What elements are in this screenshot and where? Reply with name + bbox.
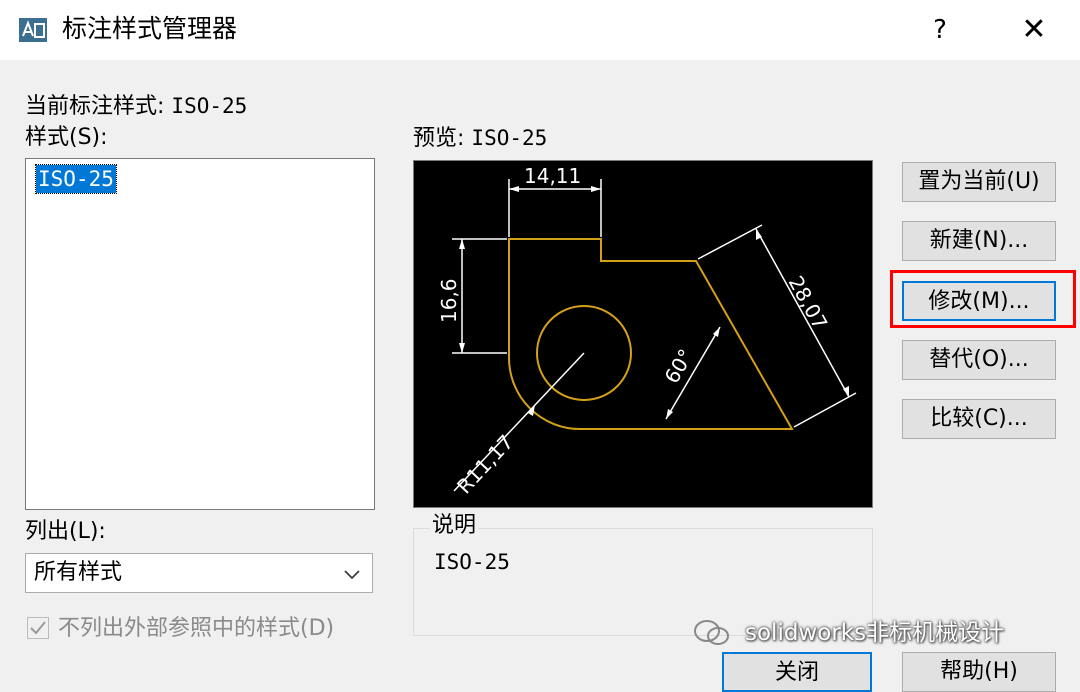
styles-list[interactable]: ISO-25: [25, 158, 375, 510]
title-bar: 标注样式管理器 ? ✕: [0, 0, 1080, 60]
preview-canvas: 14,11 16,6 60° 28,07 R11,17: [413, 160, 873, 508]
checkmark-icon: [30, 621, 46, 635]
list-label: 列出(L):: [25, 519, 106, 544]
window-title: 标注样式管理器: [62, 14, 238, 43]
dim-aligned-text: 28,07: [784, 272, 833, 334]
list-filter-select[interactable]: 所有样式: [25, 553, 373, 593]
override-button[interactable]: 替代(O)...: [902, 340, 1056, 380]
close-button[interactable]: 关闭: [722, 652, 872, 692]
description-value: ISO-25: [434, 550, 510, 574]
current-style-value: ISO-25: [171, 94, 248, 118]
compare-button[interactable]: 比较(C)...: [902, 399, 1056, 439]
watermark-text: solidworks非标机械设计: [745, 620, 1005, 646]
xref-checkbox-label: 不列出外部参照中的样式(D): [58, 616, 335, 641]
preview-arrows: [459, 186, 849, 419]
dim-angle-text: 60°: [660, 345, 699, 388]
preview-style-name: ISO-25: [471, 126, 548, 150]
help-icon[interactable]: ?: [915, 8, 965, 52]
preview-drawing: 14,11 16,6 60° 28,07 R11,17: [437, 164, 857, 498]
close-icon[interactable]: ✕: [1005, 8, 1063, 52]
description-label: 说明: [430, 512, 479, 540]
preview-geometry: [508, 238, 794, 430]
new-button[interactable]: 新建(N)...: [902, 221, 1056, 261]
dim-height-text: 16,6: [437, 278, 461, 323]
help-button[interactable]: 帮助(H): [902, 652, 1056, 692]
list-filter-value: 所有样式: [34, 560, 123, 585]
style-list-item-selected[interactable]: ISO-25: [35, 164, 117, 194]
set-current-button[interactable]: 置为当前(U): [902, 162, 1056, 202]
modify-highlight-box: [890, 270, 1076, 328]
wechat-icon: [694, 620, 729, 645]
xref-checkbox[interactable]: [27, 617, 49, 639]
dim-width-text: 14,11: [524, 164, 581, 188]
preview-header: 预览: ISO-25: [413, 124, 547, 153]
dim-radius-text: R11,17: [452, 430, 518, 498]
current-style-label: 当前标注样式:: [25, 94, 165, 119]
chevron-down-icon: [344, 570, 360, 580]
current-style-row: 当前标注样式: ISO-25: [25, 92, 247, 121]
styles-label: 样式(S):: [25, 125, 108, 150]
preview-label: 预览:: [413, 126, 465, 151]
dimension-style-icon: [19, 18, 47, 42]
